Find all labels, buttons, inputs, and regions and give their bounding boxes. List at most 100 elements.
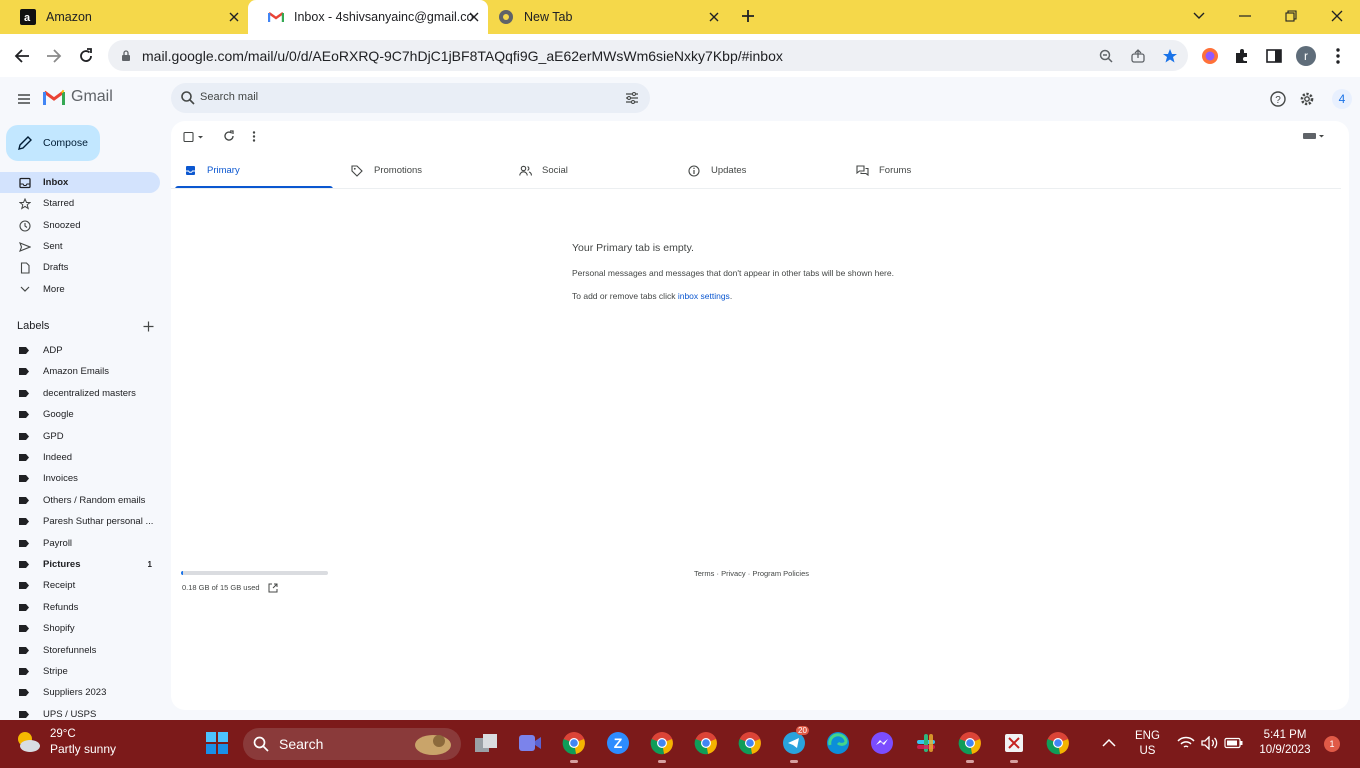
chrome-profile-taskbar-icon[interactable]: [692, 729, 720, 757]
minimize-button[interactable]: [1222, 0, 1268, 32]
share-icon[interactable]: [1128, 46, 1148, 66]
side-panel-icon[interactable]: [1263, 45, 1285, 67]
puzzle-icon[interactable]: [1231, 45, 1253, 67]
label-item[interactable]: ADP: [0, 340, 160, 361]
chrome-profile-taskbar-icon[interactable]: [956, 729, 984, 763]
tab-search-button[interactable]: [1176, 0, 1222, 32]
nav-drafts[interactable]: Drafts: [0, 257, 160, 278]
label-item[interactable]: Pictures 1: [0, 554, 160, 575]
battery-icon[interactable]: [1220, 729, 1248, 757]
main-menu-icon[interactable]: [14, 89, 34, 109]
more-actions-icon[interactable]: [247, 129, 261, 143]
nav-sent[interactable]: Sent: [0, 236, 160, 257]
label-item[interactable]: Amazon Emails: [0, 361, 160, 382]
snipping-tool-icon[interactable]: [1000, 729, 1028, 763]
notification-badge[interactable]: 1: [1324, 736, 1340, 752]
profile-avatar[interactable]: r: [1295, 45, 1317, 67]
browser-tab-gmail[interactable]: Inbox - 4shivsanyainc@gmail.co: [248, 0, 488, 34]
firefox-extension-icon[interactable]: [1199, 45, 1221, 67]
tab-social[interactable]: Social: [518, 152, 568, 189]
label-item[interactable]: Paresh Suthar personal ...: [0, 511, 160, 532]
browser-tab-amazon[interactable]: a Amazon: [0, 0, 248, 34]
select-all-checkbox[interactable]: [183, 130, 209, 144]
forward-button[interactable]: [41, 43, 67, 69]
label-name: Refunds: [43, 601, 79, 613]
nav-more[interactable]: More: [0, 279, 160, 300]
compose-button[interactable]: Compose: [6, 125, 100, 161]
lock-icon[interactable]: [116, 46, 136, 66]
address-bar[interactable]: mail.google.com/mail/u/0/d/AEoRXRQ-9C7hD…: [108, 40, 1188, 71]
tab-forums[interactable]: Forums: [855, 152, 911, 189]
browser-toolbar: mail.google.com/mail/u/0/d/AEoRXRQ-9C7hD…: [0, 34, 1360, 77]
tab-promotions[interactable]: Promotions: [350, 152, 422, 189]
close-tab-icon[interactable]: [226, 9, 242, 25]
chrome-profile-taskbar-icon[interactable]: [1044, 729, 1072, 757]
tab-primary[interactable]: Primary: [183, 152, 240, 189]
label-item[interactable]: Suppliers 2023: [0, 682, 160, 703]
nav-snoozed[interactable]: Snoozed: [0, 215, 160, 236]
chrome-taskbar-icon[interactable]: [560, 729, 588, 763]
chrome-icon: [498, 9, 514, 25]
close-window-button[interactable]: [1314, 0, 1360, 32]
settings-gear-icon[interactable]: [1297, 89, 1317, 109]
input-tools-icon[interactable]: [1301, 129, 1327, 143]
slack-icon[interactable]: [912, 729, 940, 757]
refresh-icon[interactable]: [222, 129, 236, 143]
search-box[interactable]: Search mail: [171, 83, 650, 113]
messenger-icon[interactable]: [868, 729, 896, 757]
taskbar-search[interactable]: Search: [243, 728, 461, 760]
restore-button[interactable]: [1268, 0, 1314, 32]
weather-widget[interactable]: 29°C Partly sunny: [14, 727, 116, 757]
star-icon: [19, 197, 31, 210]
label-item[interactable]: Others / Random emails: [0, 490, 160, 511]
label-name: UPS / USPS: [43, 708, 97, 720]
inbox-settings-link[interactable]: inbox settings: [678, 291, 730, 301]
gmail-logo[interactable]: Gmail: [43, 88, 113, 106]
telegram-icon[interactable]: 20: [780, 726, 809, 763]
new-tab-button[interactable]: [724, 0, 772, 32]
windows-start-icon[interactable]: [203, 729, 231, 757]
label-item[interactable]: Shopify: [0, 618, 160, 639]
label-item[interactable]: Google: [0, 404, 160, 425]
back-button[interactable]: [9, 43, 35, 69]
label-item[interactable]: decentralized masters: [0, 383, 160, 404]
label-item[interactable]: GPD: [0, 426, 160, 447]
label-item[interactable]: Receipt: [0, 575, 160, 596]
chrome-profile-taskbar-icon[interactable]: [648, 729, 676, 763]
search-input[interactable]: Search mail: [200, 91, 258, 103]
zoom-app-icon[interactable]: Z: [604, 729, 632, 757]
label-item[interactable]: Indeed: [0, 447, 160, 468]
label-item[interactable]: Payroll: [0, 533, 160, 554]
tab-updates[interactable]: Updates: [687, 152, 746, 189]
close-tab-icon[interactable]: [466, 9, 482, 25]
task-view-icon[interactable]: [472, 729, 500, 757]
chrome-profile-taskbar-icon[interactable]: [736, 729, 764, 757]
account-avatar[interactable]: 4: [1330, 89, 1354, 109]
browser-tab-new-tab[interactable]: New Tab: [488, 0, 728, 34]
clock-icon: [19, 219, 31, 232]
label-item[interactable]: Refunds: [0, 597, 160, 618]
clock[interactable]: 5:41 PM 10/9/2023: [1255, 728, 1315, 758]
close-tab-icon[interactable]: [706, 9, 722, 25]
arrow-right-icon: [47, 49, 62, 63]
edge-icon[interactable]: [824, 729, 852, 757]
label-item[interactable]: Storefunnels: [0, 640, 160, 661]
language-indicator[interactable]: ENG US: [1135, 729, 1160, 759]
add-label-icon[interactable]: [142, 320, 155, 333]
browser-menu-icon[interactable]: [1327, 45, 1349, 67]
nav-starred[interactable]: Starred: [0, 193, 160, 214]
language-code: ENG: [1135, 730, 1160, 742]
teams-chat-icon[interactable]: [516, 729, 544, 757]
footer-links[interactable]: Terms · Privacy · Program Policies: [694, 569, 809, 578]
bookmark-star-icon[interactable]: [1160, 46, 1180, 66]
zoom-icon[interactable]: [1096, 46, 1116, 66]
compose-label: Compose: [43, 137, 88, 149]
url-text[interactable]: mail.google.com/mail/u/0/d/AEoRXRQ-9C7hD…: [142, 48, 783, 64]
open-external-icon[interactable]: [268, 581, 278, 593]
label-item[interactable]: Invoices: [0, 468, 160, 489]
reload-button[interactable]: [73, 43, 99, 69]
show-hidden-icons-chevron-up-icon[interactable]: [1095, 729, 1123, 757]
nav-inbox[interactable]: Inbox: [0, 172, 160, 193]
help-icon[interactable]: ?: [1268, 89, 1288, 109]
label-item[interactable]: Stripe: [0, 661, 160, 682]
